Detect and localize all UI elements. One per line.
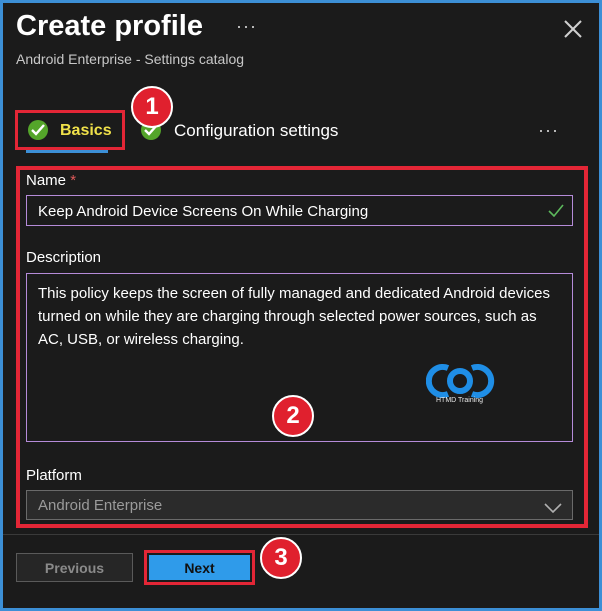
selected-tab-indicator xyxy=(26,150,108,153)
tab-basics-label: Basics xyxy=(60,122,112,139)
name-field[interactable]: Keep Android Device Screens On While Cha… xyxy=(26,195,573,226)
page-title: Create profile xyxy=(16,10,203,42)
description-field-value: This policy keeps the screen of fully ma… xyxy=(38,285,550,348)
description-label: Description xyxy=(26,249,102,266)
tab-basics[interactable]: Basics xyxy=(15,110,125,150)
checkmark-icon xyxy=(548,204,564,222)
title-more-button[interactable]: ··· xyxy=(236,16,257,37)
platform-select-value: Android Enterprise xyxy=(38,497,163,514)
callout-1: 1 xyxy=(131,86,173,128)
watermark-text: HTMD Training xyxy=(436,397,484,404)
required-marker: * xyxy=(70,172,77,189)
tab-configuration-settings-label: Configuration settings xyxy=(174,121,339,140)
check-circle-icon xyxy=(28,120,48,140)
page-subtitle: Android Enterprise - Settings catalog xyxy=(16,51,245,67)
chevron-down-icon xyxy=(544,500,562,518)
close-icon[interactable] xyxy=(562,18,584,40)
platform-label: Platform xyxy=(26,467,82,484)
callout-3: 3 xyxy=(260,537,302,579)
name-field-value: Keep Android Device Screens On While Cha… xyxy=(38,203,369,220)
platform-select[interactable]: Android Enterprise xyxy=(26,490,573,520)
next-button-highlight: Next xyxy=(144,550,255,585)
tabs-more-button[interactable]: ··· xyxy=(538,120,559,141)
next-button[interactable]: Next xyxy=(149,555,250,580)
previous-button[interactable]: Previous xyxy=(16,553,133,582)
name-label: Name * xyxy=(26,172,77,189)
footer-divider xyxy=(3,534,599,535)
callout-2: 2 xyxy=(272,395,314,437)
